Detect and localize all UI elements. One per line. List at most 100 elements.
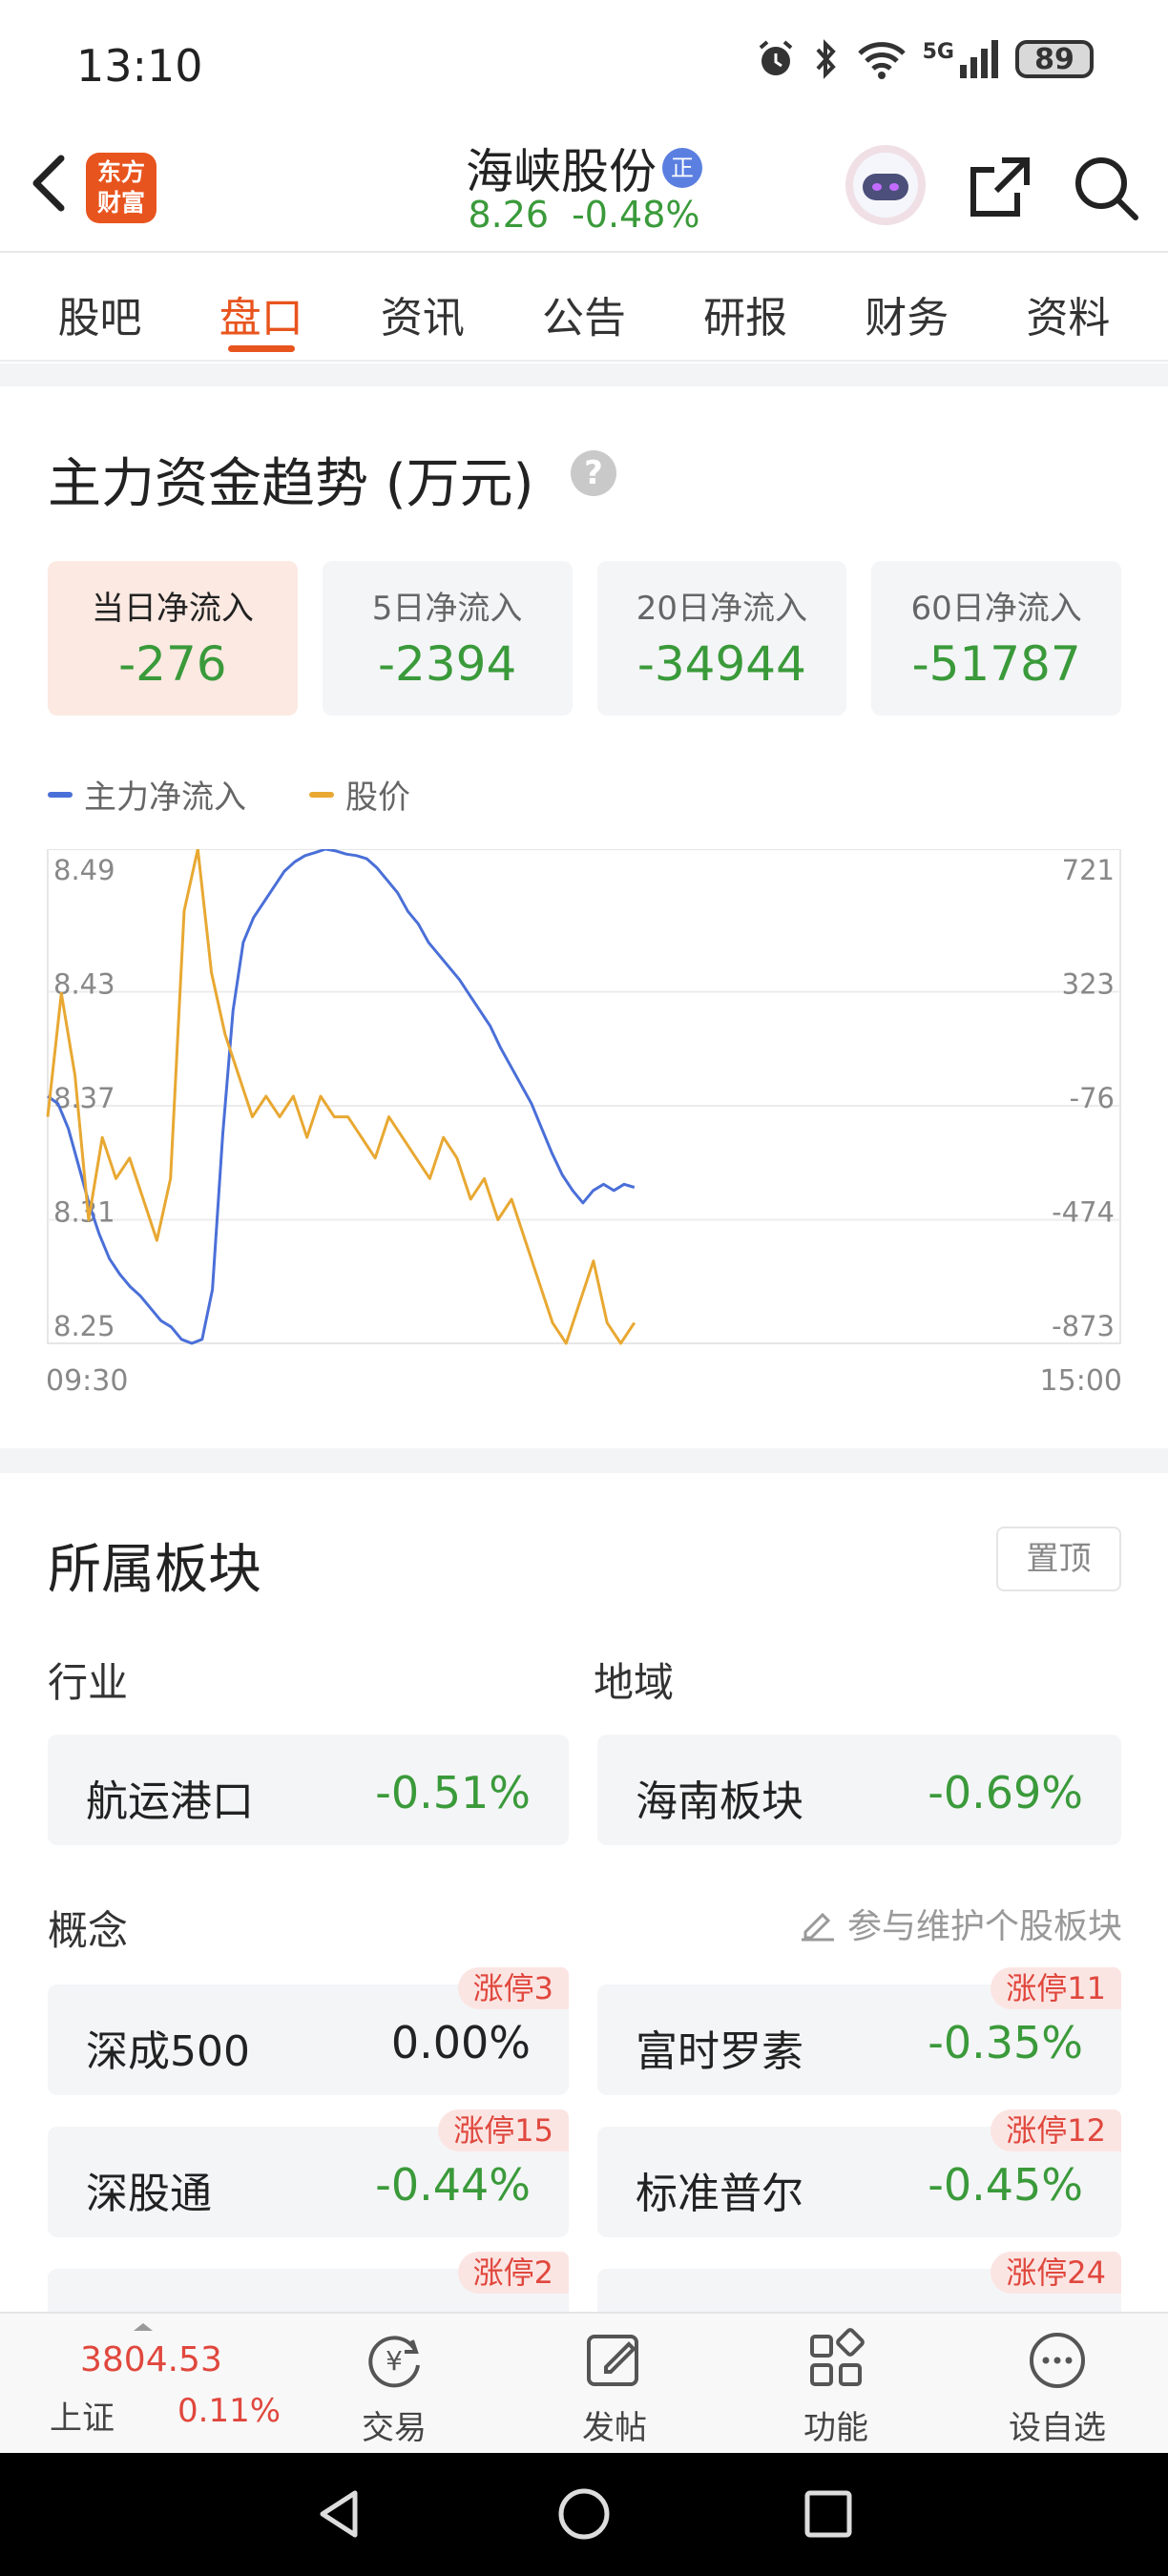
chart-legend: 主力净流入 股价: [48, 771, 473, 818]
y-left-tick-label: 8.49: [53, 854, 115, 886]
limit-up-tag: 涨停11: [991, 1967, 1121, 2009]
stock-name: 海峡股份: [466, 144, 657, 199]
add-watchlist-label: 设自选: [1009, 2409, 1106, 2447]
fund-flow-chart: 8.49 7218.43 3238.37 -768.31 -4748.25 -873: [46, 849, 1121, 1345]
maintain-sectors-link[interactable]: 参与维护个股板块: [798, 1899, 1122, 1948]
y-right-tick-label: -76: [1070, 1082, 1115, 1114]
flow-box-today[interactable]: 当日净流入 -276: [48, 561, 298, 716]
concept-card[interactable]: 涨停12 标准普尔 -0.45%: [597, 2109, 1121, 2237]
limit-up-tag: 涨停2: [457, 2252, 569, 2294]
edit-post-icon: [587, 2335, 638, 2386]
flow-box-label: 5日净流入: [371, 590, 523, 628]
tab-research[interactable]: 研报: [703, 255, 787, 360]
tab-pankou[interactable]: 盘口: [219, 255, 303, 360]
flow-box-5d[interactable]: 5日净流入 -2394: [322, 561, 573, 716]
sector-pct: -0.69%: [928, 1767, 1083, 1818]
concept-card[interactable]: 涨停11 富时罗素 -0.35%: [597, 1967, 1121, 2095]
section-gap: [0, 1448, 1168, 1473]
more-circle-icon: [1030, 2333, 1085, 2388]
battery-icon: 89: [1015, 40, 1094, 78]
fund-flow-title: 主力资金趋势 (万元): [48, 453, 534, 515]
legend-item-price: 股价: [309, 771, 410, 818]
concept-card[interactable]: 涨停3 深成500 0.00%: [48, 1967, 569, 2095]
section-gap: [0, 364, 1168, 386]
legend-swatch-orange: [309, 791, 334, 798]
nav-home-icon[interactable]: [555, 2485, 613, 2543]
series-line-net-inflow: [47, 849, 636, 1345]
concept-label: 概念: [48, 1907, 129, 1954]
x-axis-start: 09:30: [46, 1364, 129, 1398]
index-value: 3804.53: [80, 2340, 222, 2379]
zheng-badge: 正: [662, 148, 702, 188]
index-pct: 0.11%: [177, 2392, 282, 2430]
features-label: 功能: [803, 2409, 868, 2447]
tab-announcements[interactable]: 公告: [542, 255, 626, 360]
sector-card-region[interactable]: 海南板块 -0.69%: [597, 1735, 1121, 1845]
nav-recents-icon[interactable]: [800, 2485, 857, 2543]
y-left-tick-label: 8.31: [53, 1196, 115, 1229]
index-ticker[interactable]: 3804.53 上证 0.11%: [0, 2314, 286, 2455]
bottom-toolbar: 3804.53 上证 0.11% ¥ 交易 发帖 功能 设自选: [0, 2312, 1168, 2453]
up-arrow-icon: [134, 2323, 153, 2331]
index-name: 上证: [50, 2399, 115, 2438]
flow-box-value: -276: [118, 636, 227, 692]
y-right-tick-label: 323: [1062, 968, 1115, 1001]
features-button[interactable]: 功能: [769, 2327, 903, 2448]
legend-label: 主力净流入: [84, 779, 246, 817]
alarm-icon: [759, 40, 792, 75]
series-line-price: [46, 849, 636, 1345]
concept-card[interactable]: 涨停15 深股通 -0.44%: [48, 2109, 569, 2237]
trade-button[interactable]: ¥ 交易: [327, 2327, 461, 2448]
flow-box-label: 当日净流入: [91, 590, 254, 628]
concept-name: 深股通: [86, 2170, 212, 2218]
add-watchlist-button[interactable]: 设自选: [991, 2327, 1124, 2448]
help-icon[interactable]: ?: [571, 450, 616, 496]
legend-item-flow: 主力净流入: [48, 771, 246, 818]
status-icons: 5G 89: [755, 38, 1094, 80]
ai-robot-icon[interactable]: [845, 145, 926, 225]
legend-swatch-blue: [48, 791, 73, 798]
y-right-tick-label: -873: [1052, 1310, 1115, 1342]
nav-back-icon[interactable]: [311, 2485, 368, 2543]
concept-name: 富时罗素: [636, 2027, 803, 2076]
stock-price: 8.26: [468, 194, 550, 236]
fund-flow-boxes: 当日净流入 -276 5日净流入 -2394 20日净流入 -34944 60日…: [48, 561, 1121, 716]
concept-pct: -0.35%: [928, 2017, 1083, 2068]
flow-box-label: 20日净流入: [636, 590, 807, 628]
limit-up-tag: 涨停24: [991, 2252, 1121, 2294]
y-right-tick-label: -474: [1052, 1196, 1115, 1229]
x-axis-end: 15:00: [1039, 1364, 1122, 1398]
svg-text:¥: ¥: [386, 2345, 403, 2377]
limit-up-tag: 涨停12: [991, 2109, 1121, 2151]
limit-up-tag: 涨停3: [457, 1967, 569, 2009]
tab-profile[interactable]: 资料: [1026, 255, 1110, 360]
limit-up-tag: 涨停15: [438, 2109, 569, 2151]
tab-finance[interactable]: 财务: [865, 255, 949, 360]
sector-name: 航运港口: [86, 1777, 254, 1826]
concept-pct: 0.00%: [390, 2017, 531, 2068]
flow-box-value: -51787: [911, 636, 1081, 692]
search-icon[interactable]: [1069, 151, 1141, 223]
flow-box-60d[interactable]: 60日净流入 -51787: [871, 561, 1121, 716]
y-left-tick-label: 8.37: [53, 1082, 115, 1114]
share-icon[interactable]: [964, 151, 1036, 223]
stock-change: -0.48%: [572, 194, 700, 236]
tab-news[interactable]: 资讯: [381, 255, 465, 360]
post-button[interactable]: 发帖: [548, 2327, 681, 2448]
legend-label: 股价: [345, 779, 410, 817]
sector-card-industry[interactable]: 航运港口 -0.51%: [48, 1735, 569, 1845]
concept-name: 标准普尔: [636, 2170, 803, 2218]
concept-name: 深成500: [86, 2027, 250, 2076]
flow-box-20d[interactable]: 20日净流入 -34944: [596, 561, 847, 716]
grid-icon: [810, 2328, 865, 2386]
region-label: 地域: [594, 1659, 675, 1706]
y-right-tick-label: 721: [1062, 854, 1115, 886]
network-type: 5G: [922, 40, 954, 64]
system-nav-bar: [0, 2453, 1168, 2576]
tab-guba[interactable]: 股吧: [58, 255, 142, 360]
industry-label: 行业: [48, 1659, 129, 1706]
post-label: 发帖: [582, 2409, 647, 2447]
pin-top-button[interactable]: 置顶: [996, 1527, 1121, 1591]
bluetooth-icon: [816, 39, 836, 79]
yuan-cycle-icon: ¥: [368, 2336, 420, 2388]
